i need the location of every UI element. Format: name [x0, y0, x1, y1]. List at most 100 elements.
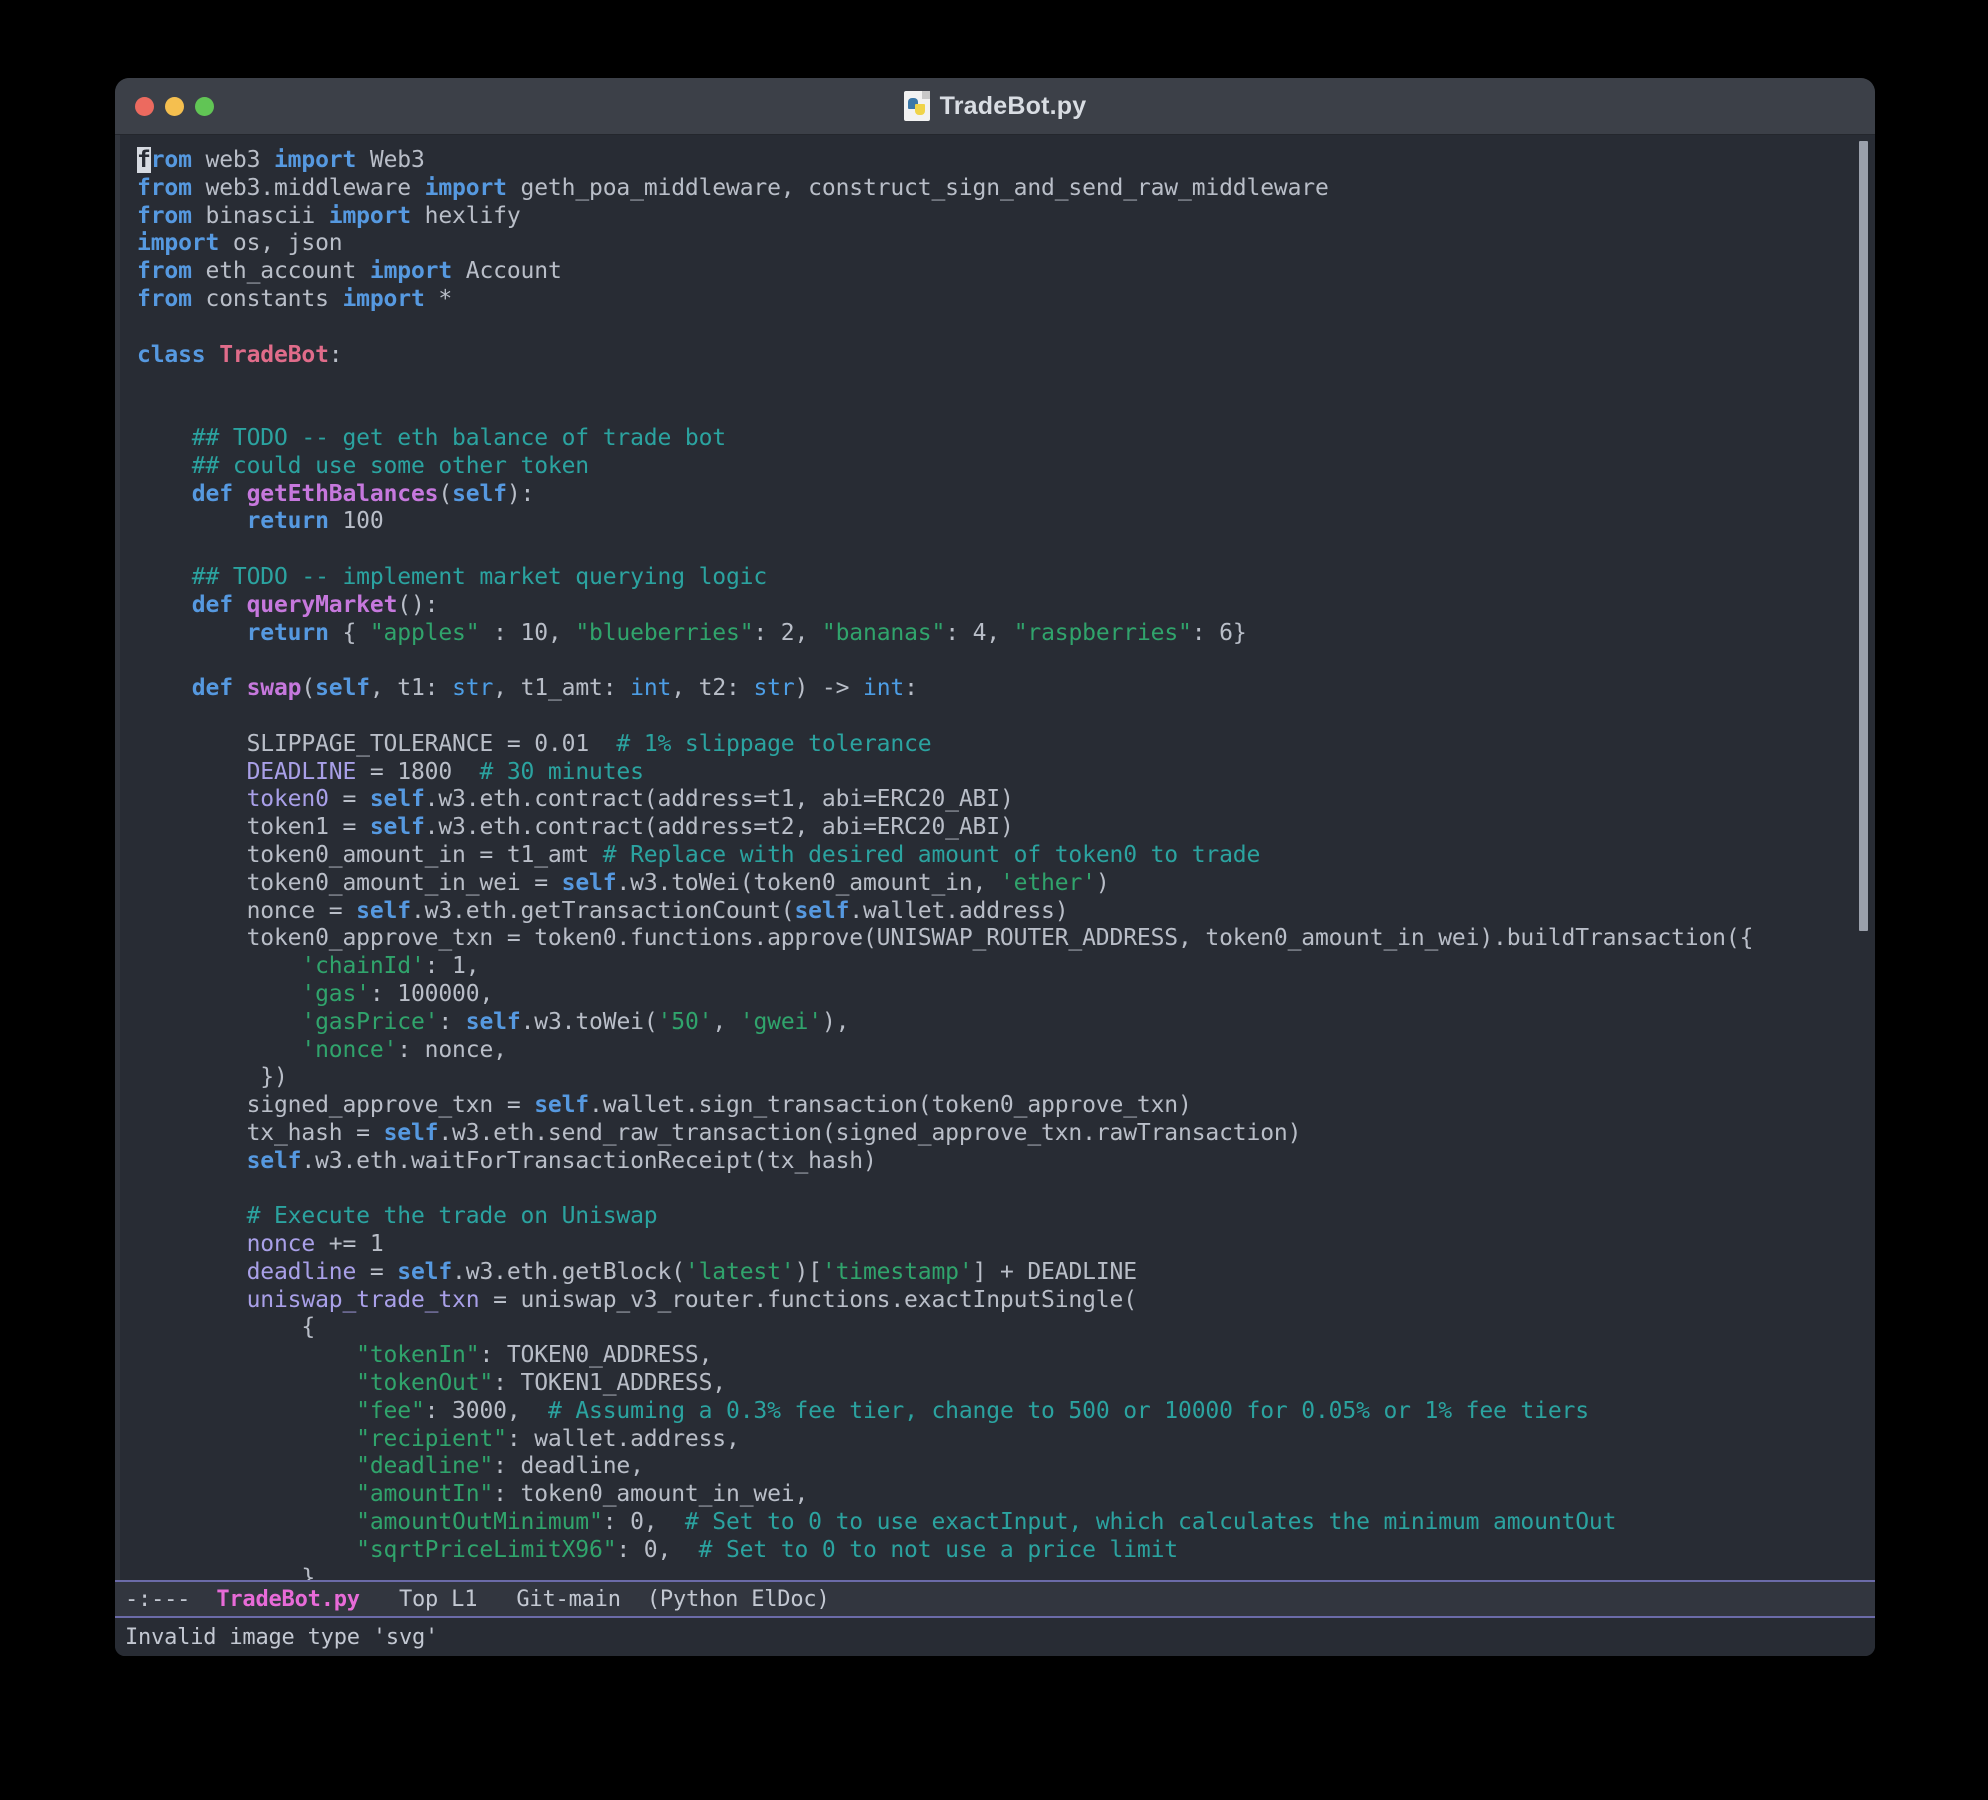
code-line: ## TODO -- implement market querying log… — [115, 564, 1875, 592]
code-token: hexlify — [410, 202, 521, 229]
code-token: 'timestamp' — [821, 1258, 973, 1285]
code-line: "fee": 3000, # Assuming a 0.3% fee tier,… — [115, 1398, 1875, 1426]
window-titlebar: TradeBot.py — [115, 78, 1875, 135]
code-token: : 1, — [424, 953, 480, 980]
code-token: : token0_amount_in_wei, — [493, 1481, 809, 1508]
code-token: 'chainId' — [301, 953, 425, 980]
code-line: import os, json — [115, 230, 1875, 258]
code-token: = — [356, 1258, 398, 1285]
code-line: 'chainId': 1, — [115, 953, 1875, 981]
code-token: .w3.toWei( — [520, 1008, 658, 1035]
code-token: 'latest' — [684, 1258, 795, 1285]
code-token: : 2, — [753, 619, 822, 646]
code-token: ( — [301, 675, 316, 702]
code-token: (): — [397, 591, 439, 618]
code-token: self — [356, 897, 411, 924]
code-token: "deadline" — [356, 1453, 494, 1480]
code-buffer[interactable]: from web3 import Web3 from web3.middlewar… — [115, 135, 1875, 1580]
vertical-scrollbar-thumb[interactable] — [1859, 141, 1868, 931]
window-title-group: TradeBot.py — [115, 91, 1875, 121]
mode-line-filename[interactable]: TradeBot.py — [216, 1587, 360, 1612]
code-token: self — [315, 675, 370, 702]
code-token: = 1800 — [356, 758, 480, 785]
vertical-scrollbar-track[interactable] — [1859, 135, 1872, 1580]
code-token: TradeBot — [219, 341, 329, 368]
code-line: return 100 — [115, 508, 1875, 536]
code-token: SLIPPAGE_TOLERANCE — [137, 730, 494, 757]
code-line: SLIPPAGE_TOLERANCE = 0.01 # 1% slippage … — [115, 731, 1875, 759]
window-title: TradeBot.py — [939, 91, 1087, 120]
source-code-text[interactable]: from web3 import Web3 from web3.middlewar… — [115, 135, 1875, 1580]
code-token: "amountOutMinimum" — [356, 1509, 603, 1536]
code-token: # Replace with desired amount of token0 … — [602, 841, 1261, 868]
code-token: : 0, — [602, 1509, 685, 1536]
code-line: from web3.middleware import geth_poa_mid… — [115, 175, 1875, 203]
code-line: uniswap_trade_txn = uniswap_v3_router.fu… — [115, 1287, 1875, 1315]
code-line: { — [115, 1314, 1875, 1342]
python-file-icon — [903, 91, 930, 121]
code-token: : TOKEN0_ADDRESS, — [479, 1342, 713, 1369]
code-token: str — [452, 675, 494, 702]
code-token: token0_amount_in = t1_amt — [137, 841, 603, 868]
code-token: : — [904, 675, 918, 702]
code-line: "recipient": wallet.address, — [115, 1426, 1875, 1454]
mode-line-spacer-2 — [360, 1587, 399, 1612]
code-token: nonce — [246, 1231, 316, 1258]
code-token: ) -> — [794, 675, 864, 702]
code-token: : nonce, — [397, 1036, 507, 1063]
code-token: getEthBalances — [246, 480, 439, 507]
code-line: DEADLINE = 1800 # 30 minutes — [115, 759, 1875, 787]
minimize-button[interactable] — [165, 96, 184, 116]
code-token: : wallet.address, — [506, 1425, 740, 1452]
code-token: import — [328, 202, 411, 229]
mode-line-vc-branch[interactable]: Git-main — [516, 1587, 621, 1612]
code-token: "tokenOut" — [356, 1370, 494, 1397]
mode-line-spacer-4 — [621, 1587, 647, 1612]
mode-line-major-modes[interactable]: (Python ElDoc) — [647, 1587, 830, 1612]
code-token: : — [438, 1008, 466, 1035]
code-token: token0 — [246, 786, 329, 813]
code-token: : — [328, 341, 343, 368]
close-button[interactable] — [135, 96, 154, 116]
code-token: Web3 — [356, 147, 425, 173]
traffic-light-group — [135, 96, 214, 116]
code-token: self — [534, 1092, 590, 1119]
code-token: swap — [246, 675, 302, 702]
code-token: : TOKEN1_ADDRESS, — [493, 1370, 726, 1397]
code-token: "apples" — [369, 619, 480, 646]
code-token: : 4, — [945, 619, 1014, 646]
code-token: } — [137, 1564, 316, 1580]
code-line: "amountIn": token0_amount_in_wei, — [115, 1481, 1875, 1509]
code-token: ] + DEADLINE — [972, 1258, 1138, 1285]
maximize-button[interactable] — [195, 96, 214, 116]
code-line: class TradeBot: — [115, 342, 1875, 370]
code-line: signed_approve_txn = self.wallet.sign_tr… — [115, 1092, 1875, 1120]
code-token: DEADLINE — [246, 758, 357, 785]
code-token: int — [630, 675, 672, 702]
code-line: tx_hash = self.w3.eth.send_raw_transacti… — [115, 1120, 1875, 1148]
code-token: def — [191, 591, 233, 618]
code-token: .w3.eth.contract(address=t1, abi=ERC20_A… — [424, 786, 1014, 813]
code-token: , t1: — [369, 675, 453, 702]
code-token: , t1_amt: — [493, 675, 631, 702]
mode-line-spacer-3 — [477, 1587, 516, 1612]
code-token: { — [137, 1314, 316, 1341]
code-line: token0 = self.w3.eth.contract(address=t1… — [115, 786, 1875, 814]
code-token: = 0.01 — [493, 730, 617, 757]
